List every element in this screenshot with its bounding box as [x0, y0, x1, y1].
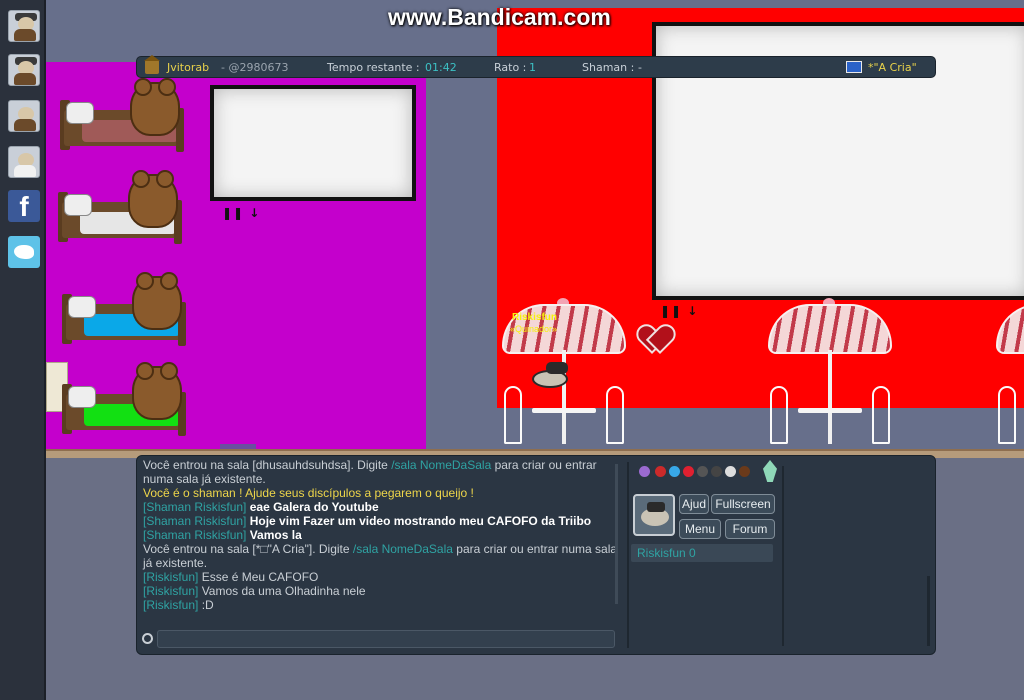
player-list-scrollbar[interactable]: [927, 576, 930, 646]
bed-1: [52, 78, 184, 158]
teddy-bear: [128, 170, 178, 228]
forum-button[interactable]: Forum: [725, 519, 775, 539]
chat-text: Vamos la: [249, 528, 302, 542]
player-id: - @2980673: [221, 61, 289, 74]
emote-icon[interactable]: [669, 466, 680, 477]
chat-message: [Shaman Riskisfun] Vamos la: [143, 528, 619, 542]
avatar-shortcut-3[interactable]: [8, 100, 40, 132]
chat-text: Você entrou na sala [dhusauhdsuhdsa]. Di…: [143, 458, 392, 472]
chat-text: Hoje vim Fazer um video mostrando meu CA…: [249, 514, 592, 528]
emote-icon[interactable]: [697, 466, 708, 477]
chat-author[interactable]: /sala NomeDaSala: [353, 542, 453, 556]
chat-author[interactable]: [Riskisfun]: [143, 584, 202, 598]
time-value: 01:42: [425, 61, 457, 74]
player-mouse: [528, 362, 572, 390]
sleep-emote-icon[interactable]: [725, 466, 736, 477]
panel-divider: [782, 466, 784, 646]
chat-author[interactable]: [Shaman Riskisfun]: [143, 528, 250, 542]
teddy-bear: [132, 272, 182, 330]
chat-text: Você entrou na sala [*□"A Cria"]. Digite: [143, 542, 353, 556]
room-name: *"A Cria": [868, 61, 917, 74]
chat-author[interactable]: [Riskisfun]: [143, 570, 202, 584]
facebook-icon[interactable]: f: [8, 190, 40, 222]
emote-bar[interactable]: [637, 462, 779, 482]
emote-icon[interactable]: [639, 466, 650, 477]
chat-message: Você entrou na sala [dhusauhdsuhdsa]. Di…: [143, 458, 619, 486]
chat-log: Você entrou na sala [dhusauhdsuhdsa]. Di…: [143, 458, 619, 626]
avatar-shortcut-1[interactable]: [8, 10, 40, 42]
flag-icon: [846, 61, 862, 73]
fullscreen-button[interactable]: Fullscreen: [711, 494, 775, 514]
player-title-tag: «Quinador»: [510, 324, 558, 334]
avatar-shortcut-2[interactable]: [8, 54, 40, 86]
emote-icon[interactable]: [739, 466, 750, 477]
chat-author[interactable]: /sala NomeDaSala: [391, 458, 491, 472]
help-button[interactable]: Ajud: [679, 494, 709, 514]
shaman-label: Shaman :: [582, 61, 635, 74]
chat-message: [Riskisfun] Esse é Meu CAFOFO: [143, 570, 619, 584]
board-controls-large[interactable]: ❚❚ ↓: [660, 304, 698, 318]
chat-input[interactable]: [157, 630, 615, 648]
player-name-tag: Riskisfun: [512, 312, 558, 323]
bed-4: [54, 362, 186, 442]
time-label: Tempo restante :: [327, 61, 420, 74]
rato-label: Rato :: [494, 61, 527, 74]
avatar-shortcut-4[interactable]: [8, 146, 40, 178]
menu-button[interactable]: Menu: [679, 519, 721, 539]
house-icon[interactable]: [144, 55, 160, 74]
chat-message: [Shaman Riskisfun] eae Galera do Youtube: [143, 500, 619, 514]
cafe-table-umbrella-2: [768, 298, 892, 448]
chat-text: Esse é Meu CAFOFO: [201, 570, 319, 584]
recording-watermark: www.Bandicam.com: [388, 4, 611, 30]
teddy-bear: [132, 362, 182, 420]
chat-message: Você entrou na sala [*□"A Cria"]. Digite…: [143, 542, 619, 570]
chat-bubble-icon[interactable]: [142, 633, 153, 644]
avatar[interactable]: [633, 494, 675, 536]
chat-author[interactable]: [Riskisfun]: [143, 598, 202, 612]
chat-panel: Você entrou na sala [dhusauhdsuhdsa]. Di…: [136, 455, 936, 655]
chat-text: Vamos da uma Olhadinha nele: [201, 584, 366, 598]
bed-3: [54, 272, 186, 352]
rato-value: 1: [529, 61, 536, 74]
chat-text: :D: [201, 598, 214, 612]
board-controls-small[interactable]: ❚❚ ↓: [222, 206, 260, 220]
heart-decoration: [640, 326, 668, 352]
chat-message: Você é o shaman ! Ajude seus discípulos …: [143, 486, 619, 500]
chat-author[interactable]: [Shaman Riskisfun]: [143, 514, 250, 528]
chat-message: [Riskisfun] Vamos da uma Olhadinha nele: [143, 584, 619, 598]
chat-scrollbar[interactable]: [615, 464, 618, 604]
bed-2: [50, 170, 182, 250]
emote-icon[interactable]: [711, 466, 722, 477]
panel-divider: [627, 462, 629, 648]
cafe-table-umbrella-3: [996, 298, 1024, 448]
twitter-icon[interactable]: [8, 236, 40, 268]
chat-message: [Shaman Riskisfun] Hoje vim Fazer um vid…: [143, 514, 619, 528]
teddy-bear: [130, 78, 180, 136]
emote-icon[interactable]: [655, 466, 666, 477]
chat-message: [Riskisfun] :D: [143, 598, 619, 612]
chat-author[interactable]: [Shaman Riskisfun]: [143, 500, 250, 514]
shaman-value: -: [638, 61, 642, 74]
heart-emote-icon[interactable]: [683, 466, 694, 477]
player-list-item[interactable]: Riskisfun 0: [631, 544, 773, 562]
chat-text: Você é o shaman ! Ajude seus discípulos …: [143, 486, 474, 500]
chat-text: eae Galera do Youtube: [249, 500, 379, 514]
round-info-bar: Jvitorab - @2980673 Tempo restante : 01:…: [136, 55, 936, 78]
player-name[interactable]: Jvitorab: [167, 61, 209, 74]
left-rail: f: [0, 0, 46, 700]
whiteboard-small: [210, 85, 416, 201]
